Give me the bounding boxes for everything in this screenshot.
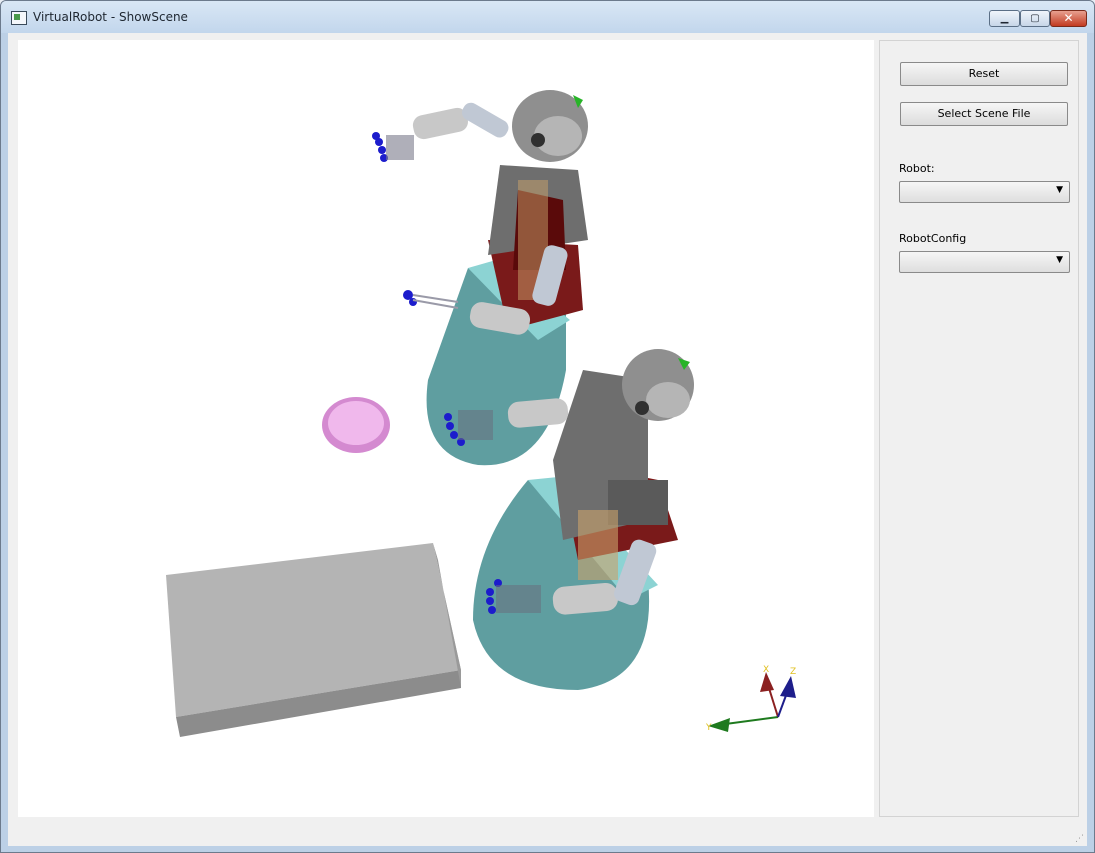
client-area: Y X Z Reset Select Scene File Robot: ▼ R… <box>8 33 1087 846</box>
robot-select[interactable]: ▼ <box>899 181 1070 203</box>
app-icon <box>11 11 27 25</box>
reset-button[interactable]: Reset <box>900 62 1068 86</box>
dropdown-arrow-icon: ▼ <box>1056 185 1063 195</box>
select-scene-file-button[interactable]: Select Scene File <box>900 102 1068 126</box>
maximize-button[interactable]: ▢ <box>1020 10 1050 27</box>
title-bar[interactable]: VirtualRobot - ShowScene ▁ ▢ ✕ <box>1 1 1094 33</box>
window-title: VirtualRobot - ShowScene <box>33 10 188 24</box>
scene-render: Y X Z <box>166 90 796 737</box>
size-grip-icon[interactable]: ⋰ <box>1075 834 1085 844</box>
axes-gizmo <box>708 672 796 732</box>
minimize-icon: ▁ <box>1000 13 1009 24</box>
scene-viewer-3d[interactable]: Y X Z <box>18 40 874 817</box>
close-button[interactable]: ✕ <box>1050 10 1087 27</box>
axis-x-label: X <box>763 665 769 675</box>
maximize-icon: ▢ <box>1030 13 1040 24</box>
robotconfig-label: RobotConfig <box>899 232 967 245</box>
control-panel: Reset Select Scene File Robot: ▼ RobotCo… <box>879 40 1079 817</box>
main-window: VirtualRobot - ShowScene ▁ ▢ ✕ Y X Z Res… <box>0 0 1095 853</box>
axis-z-label: Z <box>790 667 796 677</box>
close-icon: ✕ <box>1063 11 1074 25</box>
plate-object <box>322 397 390 453</box>
dropdown-arrow-icon: ▼ <box>1056 255 1063 265</box>
robotconfig-select[interactable]: ▼ <box>899 251 1070 273</box>
robot-label: Robot: <box>899 162 935 175</box>
minimize-button[interactable]: ▁ <box>989 10 1020 27</box>
grey-box-object <box>166 543 461 737</box>
axis-y-label: Y <box>705 723 712 733</box>
